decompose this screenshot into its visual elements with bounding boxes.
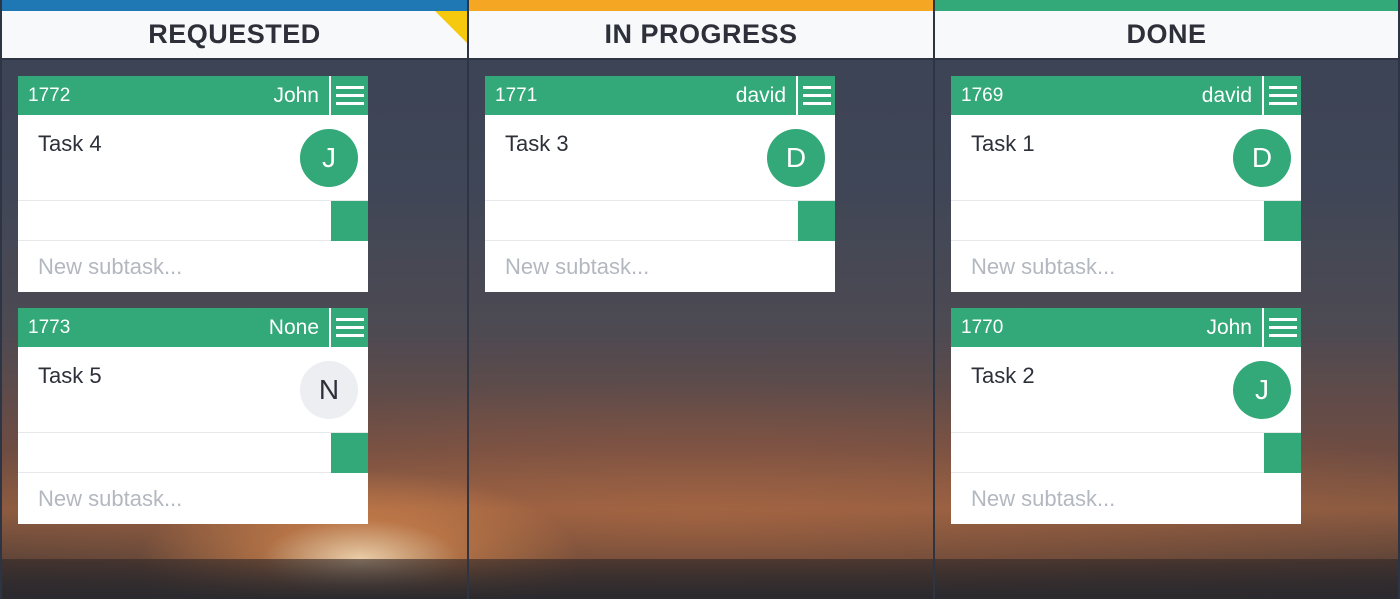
avatar[interactable]: J: [1233, 361, 1291, 419]
card-list: 1772 John Task 4 J 1773 None: [18, 76, 368, 540]
card-progress-row: [18, 201, 368, 241]
card-list: 1771 david Task 3 D: [485, 76, 835, 308]
card-id: 1773: [28, 316, 71, 338]
card-title[interactable]: Task 4: [38, 131, 102, 157]
card-title[interactable]: Task 1: [971, 131, 1035, 157]
hamburger-menu-icon[interactable]: [1262, 308, 1301, 347]
card-title[interactable]: Task 3: [505, 131, 569, 157]
subtask-row: [951, 473, 1301, 524]
hamburger-menu-icon[interactable]: [1262, 76, 1301, 115]
new-subtask-input[interactable]: [505, 253, 805, 280]
card-id: 1772: [28, 84, 71, 106]
card-action-button[interactable]: [798, 201, 835, 241]
card-progress-row: [951, 201, 1301, 241]
card-title[interactable]: Task 5: [38, 363, 102, 389]
card-assignee[interactable]: None: [269, 316, 329, 340]
column-title: DONE: [1126, 19, 1207, 49]
column-header[interactable]: IN PROGRESS: [469, 11, 933, 60]
column-title: IN PROGRESS: [604, 19, 798, 49]
card-action-button[interactable]: [331, 433, 368, 473]
card-title[interactable]: Task 2: [971, 363, 1035, 389]
card-header: 1772 John: [18, 76, 368, 115]
new-subtask-input[interactable]: [38, 253, 338, 280]
card-assignee[interactable]: david: [1202, 84, 1262, 108]
kanban-board: REQUESTED 1772 John Task 4 J New subtask…: [0, 0, 1400, 599]
card-header: 1769 david: [951, 76, 1301, 115]
card-assignee[interactable]: John: [1206, 316, 1262, 340]
column-requested: REQUESTED 1772 John Task 4 J New subtask…: [0, 0, 467, 599]
new-subtask-input[interactable]: [971, 253, 1271, 280]
subtask-row: [485, 241, 835, 292]
card-action-button[interactable]: [1264, 433, 1301, 473]
new-subtask-input[interactable]: [38, 485, 338, 512]
card-progress-row: [951, 433, 1301, 473]
column-title: REQUESTED: [148, 19, 321, 49]
subtask-row: [951, 241, 1301, 292]
column-color-bar: [935, 0, 1398, 11]
avatar[interactable]: J: [300, 129, 358, 187]
card-body: Task 4 J: [18, 115, 368, 201]
avatar[interactable]: D: [767, 129, 825, 187]
column-color-bar: [469, 0, 933, 11]
task-card[interactable]: 1773 None Task 5 N: [18, 308, 368, 524]
card-body: Task 5 N: [18, 347, 368, 433]
column-in-progress: IN PROGRESS 1771 david Task 3 D: [467, 0, 933, 599]
hamburger-menu-icon[interactable]: [329, 76, 368, 115]
card-id: 1770: [961, 316, 1004, 338]
column-done: DONE 1769 david Task 1 D New subtask... …: [933, 0, 1400, 599]
new-subtask-input[interactable]: [971, 485, 1271, 512]
task-card[interactable]: 1772 John Task 4 J: [18, 76, 368, 292]
card-header: 1773 None: [18, 308, 368, 347]
corner-flag-icon[interactable]: [435, 11, 467, 43]
card-body: Task 1 D: [951, 115, 1301, 201]
task-card[interactable]: 1770 John Task 2 J: [951, 308, 1301, 524]
card-id: 1771: [495, 84, 538, 106]
card-list: 1769 david Task 1 D 1770 John: [951, 76, 1301, 540]
column-header[interactable]: REQUESTED: [2, 11, 467, 60]
card-body: Task 2 J: [951, 347, 1301, 433]
card-body: Task 3 D: [485, 115, 835, 201]
card-assignee[interactable]: david: [736, 84, 796, 108]
card-action-button[interactable]: [1264, 201, 1301, 241]
card-action-button[interactable]: [331, 201, 368, 241]
avatar[interactable]: D: [1233, 129, 1291, 187]
card-header: 1770 John: [951, 308, 1301, 347]
card-progress-row: [18, 433, 368, 473]
hamburger-menu-icon[interactable]: [796, 76, 835, 115]
card-id: 1769: [961, 84, 1004, 106]
subtask-row: [18, 241, 368, 292]
column-header[interactable]: DONE: [935, 11, 1398, 60]
card-header: 1771 david: [485, 76, 835, 115]
subtask-row: [18, 473, 368, 524]
hamburger-menu-icon[interactable]: [329, 308, 368, 347]
task-card[interactable]: 1771 david Task 3 D: [485, 76, 835, 292]
card-assignee[interactable]: John: [273, 84, 329, 108]
column-color-bar: [2, 0, 467, 11]
avatar[interactable]: N: [300, 361, 358, 419]
task-card[interactable]: 1769 david Task 1 D: [951, 76, 1301, 292]
card-progress-row: [485, 201, 835, 241]
